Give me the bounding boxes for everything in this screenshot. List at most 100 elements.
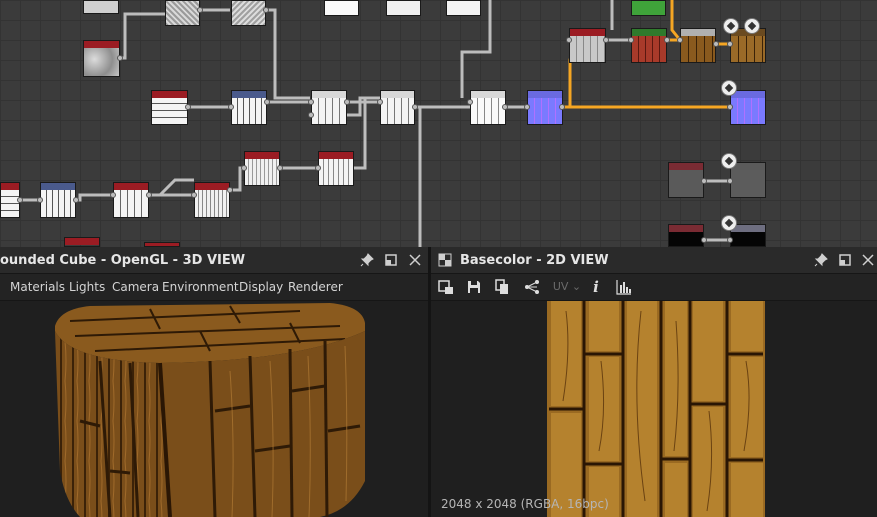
node-port[interactable]: [308, 99, 314, 105]
3d-view-panel: ounded Cube - OpenGL - 3D VIEW Materials…: [0, 247, 428, 517]
node-port[interactable]: [117, 55, 123, 61]
basecolor-texture: [547, 301, 765, 517]
node-port[interactable]: [263, 7, 269, 13]
node-port[interactable]: [713, 41, 719, 47]
node-port[interactable]: [377, 99, 383, 105]
node-port[interactable]: [315, 165, 321, 171]
graph-node[interactable]: [231, 0, 266, 26]
graph-node[interactable]: [569, 28, 606, 63]
menu-lights[interactable]: Lights: [69, 280, 105, 294]
node-graph[interactable]: [0, 0, 877, 247]
2d-view-panel: Basecolor - 2D VIEW UV ⌄ i 2048 x 2048 (…: [431, 247, 877, 517]
node-port[interactable]: [628, 37, 634, 43]
2d-view-toolbar: UV ⌄ i: [431, 274, 877, 301]
share-graph-icon[interactable]: [524, 279, 540, 295]
graph-node[interactable]: [668, 162, 704, 198]
graph-node[interactable]: [668, 224, 704, 247]
node-port[interactable]: [344, 99, 350, 105]
graph-node[interactable]: [324, 0, 359, 16]
graph-node[interactable]: [730, 90, 766, 125]
node-port[interactable]: [677, 37, 683, 43]
pin-icon[interactable]: [814, 253, 828, 267]
node-port[interactable]: [524, 104, 530, 110]
output-badge-icon: [723, 18, 739, 34]
graph-node[interactable]: [244, 151, 280, 186]
menu-camera[interactable]: Camera: [112, 280, 159, 294]
graph-node[interactable]: [40, 182, 76, 218]
save-icon[interactable]: [466, 279, 482, 295]
3d-viewport[interactable]: [0, 301, 428, 517]
graph-node[interactable]: [83, 40, 120, 77]
menu-materials[interactable]: Materials: [10, 280, 65, 294]
3d-view-titlebar[interactable]: ounded Cube - OpenGL - 3D VIEW: [0, 247, 428, 274]
node-port[interactable]: [701, 237, 707, 243]
node-port[interactable]: [110, 192, 116, 198]
node-port[interactable]: [241, 165, 247, 171]
graph-node[interactable]: [64, 237, 100, 247]
restore-window-icon[interactable]: [384, 253, 398, 267]
graph-node[interactable]: [631, 28, 667, 63]
output-badge-icon: [721, 153, 737, 169]
node-port[interactable]: [197, 7, 203, 13]
graph-node[interactable]: [311, 90, 347, 125]
node-port[interactable]: [727, 237, 733, 243]
pin-icon[interactable]: [360, 253, 374, 267]
node-port[interactable]: [185, 104, 191, 110]
link: [265, 8, 310, 100]
graph-node[interactable]: [165, 0, 200, 26]
graph-node[interactable]: [730, 162, 766, 198]
node-port[interactable]: [701, 178, 707, 184]
node-port[interactable]: [37, 197, 43, 203]
node-port[interactable]: [191, 192, 197, 198]
graph-node[interactable]: [380, 90, 415, 125]
copy-icon[interactable]: [494, 279, 510, 295]
graph-node[interactable]: [470, 90, 506, 125]
node-port[interactable]: [277, 165, 283, 171]
node-port[interactable]: [264, 99, 270, 105]
output-badge-icon: [721, 80, 737, 96]
node-port[interactable]: [727, 41, 733, 47]
menu-renderer[interactable]: Renderer: [288, 280, 343, 294]
node-port[interactable]: [502, 104, 508, 110]
chevron-down-icon: ⌄: [571, 280, 582, 293]
menu-environment[interactable]: Environment: [162, 280, 239, 294]
export-icon[interactable]: [438, 279, 454, 295]
info-icon[interactable]: i: [588, 279, 604, 295]
2d-viewport[interactable]: 2048 x 2048 (RGBA, 16bpc): [431, 301, 877, 517]
graph-node[interactable]: [113, 182, 149, 218]
close-icon[interactable]: [408, 253, 422, 267]
2d-view-title: Basecolor - 2D VIEW: [460, 253, 609, 268]
node-port[interactable]: [228, 104, 234, 110]
graph-node[interactable]: [386, 0, 421, 16]
uv-dropdown[interactable]: UV ⌄: [551, 279, 583, 295]
graph-node[interactable]: [631, 0, 666, 16]
graph-node[interactable]: [318, 151, 354, 186]
node-port[interactable]: [146, 192, 152, 198]
checker-icon: [438, 253, 452, 267]
selected-link: [670, 0, 682, 41]
2d-view-titlebar[interactable]: Basecolor - 2D VIEW: [431, 247, 877, 274]
graph-node[interactable]: [231, 90, 267, 125]
node-port[interactable]: [73, 197, 79, 203]
node-port[interactable]: [664, 37, 670, 43]
histogram-icon[interactable]: [616, 279, 632, 295]
graph-node[interactable]: [527, 90, 563, 125]
node-port[interactable]: [727, 178, 733, 184]
menu-display[interactable]: Display: [239, 280, 283, 294]
node-port[interactable]: [603, 37, 609, 43]
graph-node[interactable]: [194, 182, 230, 218]
graph-node[interactable]: [680, 28, 716, 63]
node-port[interactable]: [17, 197, 23, 203]
close-icon[interactable]: [861, 253, 875, 267]
graph-node[interactable]: [83, 0, 119, 14]
node-port[interactable]: [727, 104, 733, 110]
graph-node[interactable]: [151, 90, 188, 125]
node-port[interactable]: [308, 112, 314, 118]
restore-window-icon[interactable]: [838, 253, 852, 267]
node-port[interactable]: [467, 99, 473, 105]
graph-node[interactable]: [446, 0, 481, 16]
node-port[interactable]: [566, 37, 572, 43]
node-port[interactable]: [559, 104, 565, 110]
node-port[interactable]: [227, 187, 233, 193]
node-port[interactable]: [412, 104, 418, 110]
